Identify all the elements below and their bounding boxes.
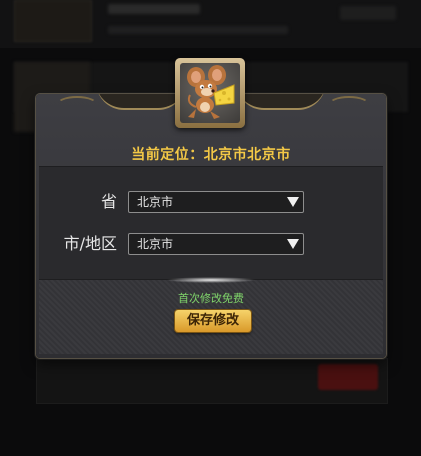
province-select[interactable]: 北京市 — [128, 191, 304, 213]
background-text-line — [108, 4, 200, 14]
dialog-footer: 首次修改免费 保存修改 — [39, 280, 383, 354]
save-button[interactable]: 保存修改 — [175, 310, 251, 332]
background-thumbnail — [14, 0, 92, 42]
city-select-value: 北京市 — [137, 237, 174, 251]
dropdown-arrow-icon — [287, 197, 299, 207]
mouse-with-cheese-icon — [180, 63, 240, 123]
province-row: 省 北京市 — [39, 191, 383, 213]
ornament-wing — [236, 94, 326, 110]
region-form: 省 北京市 市/地区 北京市 — [39, 166, 383, 280]
city-row: 市/地区 北京市 — [39, 233, 383, 255]
background-text-line — [108, 26, 288, 34]
current-location-text: 当前定位：北京市北京市 — [131, 147, 291, 163]
background-tag — [340, 6, 396, 20]
dropdown-arrow-icon — [287, 239, 299, 249]
ornament-curl — [56, 96, 98, 114]
free-change-note: 首次修改免费 — [178, 292, 244, 305]
ornament-curl — [328, 96, 370, 114]
province-label: 省 — [100, 192, 117, 211]
background-red-button — [318, 364, 378, 390]
ornament-wing — [96, 94, 186, 110]
city-select[interactable]: 北京市 — [128, 233, 304, 255]
location-dialog: 当前定位：北京市北京市 省 北京市 市/地区 北京市 首次修改免费 保存修改 — [36, 58, 386, 358]
avatar — [175, 58, 245, 128]
province-select-value: 北京市 — [137, 195, 174, 209]
city-label: 市/地区 — [63, 234, 117, 253]
divider-glow — [166, 277, 256, 283]
